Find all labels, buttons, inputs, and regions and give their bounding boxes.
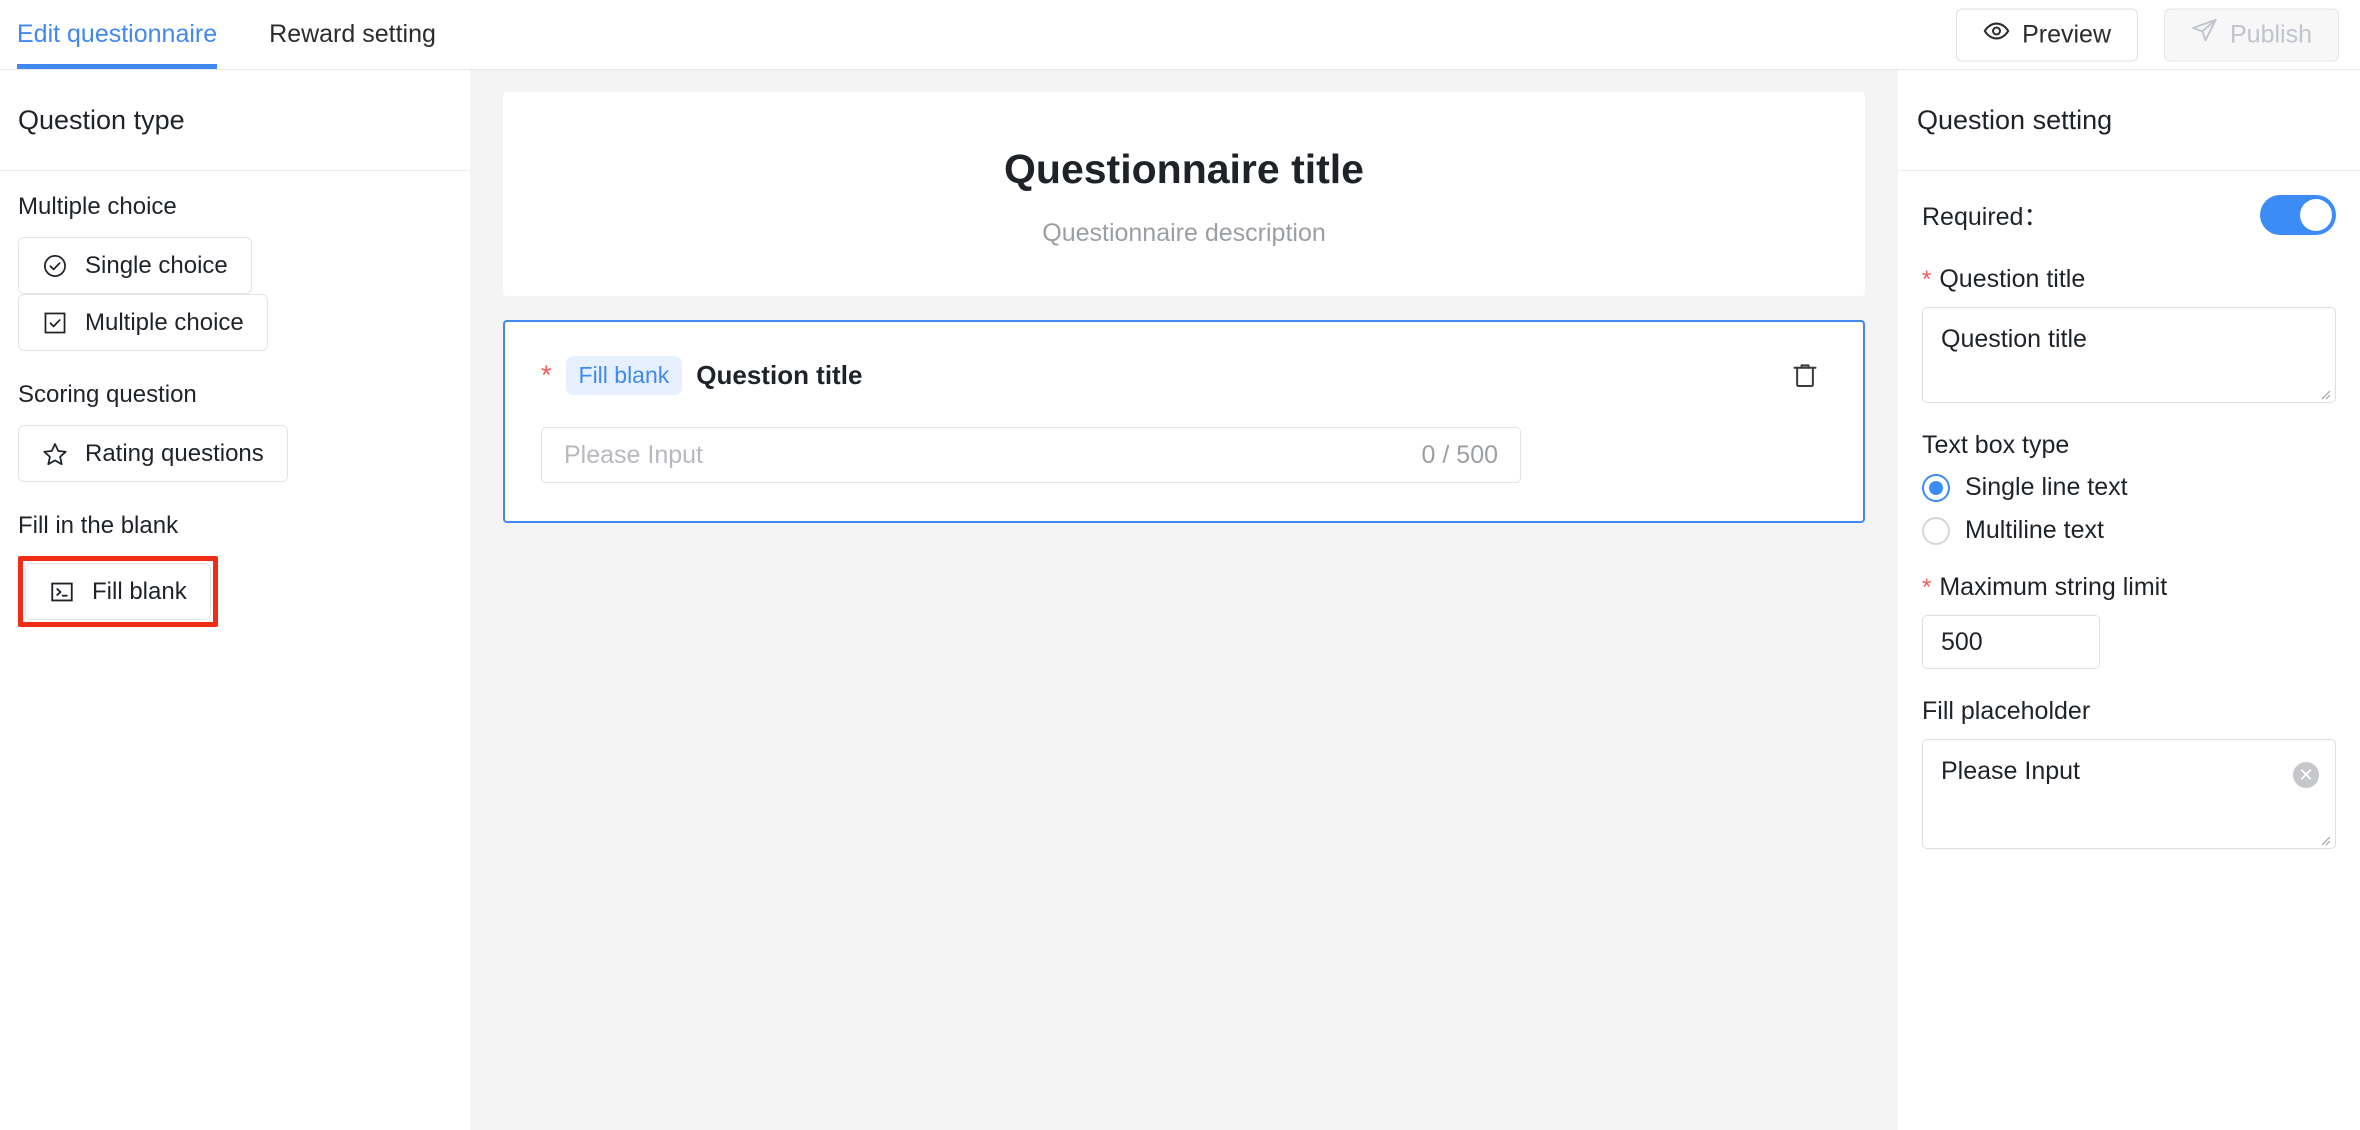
square-check-icon — [42, 310, 68, 336]
questionnaire-title[interactable]: Questionnaire title — [503, 146, 1865, 193]
send-icon — [2191, 18, 2218, 52]
fill-placeholder-label: Fill placeholder — [1922, 697, 2336, 726]
publish-button[interactable]: Publish — [2164, 8, 2339, 61]
question-card-title: Question title — [696, 360, 863, 390]
group-label: Fill in the blank — [18, 512, 179, 539]
tab-label: Edit questionnaire — [17, 20, 218, 48]
sidebar-body: Multiple choice Single choice Multiple c… — [0, 171, 470, 627]
trash-icon — [1790, 360, 1820, 393]
question-type-rating-questions[interactable]: Rating questions — [18, 425, 288, 482]
questionnaire-header-card[interactable]: Questionnaire title Questionnaire descri… — [503, 92, 1865, 296]
textbox-type-field: Text box type Single line text Multiline… — [1922, 431, 2336, 545]
publish-label: Publish — [2230, 20, 2312, 48]
question-setting-body: Required： * Question title Question titl… — [1898, 171, 2360, 877]
eye-icon — [1983, 18, 2010, 52]
radio-label: Multiline text — [1965, 516, 2104, 544]
radio-single-line-text[interactable]: Single line text — [1922, 473, 2336, 502]
question-setting-panel: Question setting Required： * Question ti… — [1898, 70, 2360, 1130]
required-label: Required： — [1922, 203, 2049, 231]
question-card[interactable]: * Fill blank Question title Please Input… — [503, 320, 1865, 523]
circle-close-icon[interactable]: ✕ — [2293, 762, 2319, 788]
fill-placeholder-textarea[interactable]: Please Input ✕ — [1922, 739, 2336, 849]
required-setting-row: Required： — [1922, 195, 2336, 235]
fill-placeholder-value: Please Input — [1941, 757, 2080, 785]
group-label: Scoring question — [18, 381, 197, 408]
field-label-text: Maximum string limit — [1939, 573, 2168, 601]
fill-blank-highlight-box: Fill blank — [18, 556, 218, 627]
terminal-icon — [49, 579, 75, 605]
page-body: Question type Multiple choice Single cho… — [0, 70, 2360, 1130]
circle-check-icon — [42, 253, 68, 279]
question-type-sidebar: Question type Multiple choice Single cho… — [0, 70, 470, 1130]
question-type-single-choice[interactable]: Single choice — [18, 237, 252, 294]
char-counter: 0 / 500 — [1421, 440, 1498, 469]
question-type-label: Fill blank — [92, 577, 187, 605]
radio-multiline-text[interactable]: Multiline text — [1922, 516, 2336, 545]
question-type-label: Rating questions — [85, 439, 264, 467]
field-label-text: Question title — [1939, 265, 2086, 293]
delete-question-button[interactable] — [1787, 358, 1823, 394]
sidebar-group-scoring-question: Scoring question Rating questions — [18, 381, 452, 482]
questionnaire-canvas: Questionnaire title Questionnaire descri… — [470, 70, 1898, 1130]
field-label-text: Text box type — [1922, 431, 2070, 459]
sidebar-group-multiple-choice: Multiple choice Single choice Multiple c… — [18, 193, 452, 351]
sidebar-group-fill-in-the-blank: Fill in the blank Fill blank — [18, 512, 452, 627]
topbar-actions: Preview Publish — [1956, 8, 2339, 61]
sidebar-title: Question type — [0, 70, 470, 171]
question-answer-input[interactable]: Please Input 0 / 500 — [541, 427, 1521, 483]
max-string-limit-value: 500 — [1941, 627, 1983, 656]
tab-reward-setting[interactable]: Reward setting — [269, 0, 436, 69]
tab-label: Reward setting — [269, 20, 436, 48]
question-card-header: * Fill blank Question title — [541, 356, 1827, 395]
question-type-fill-blank[interactable]: Fill blank — [25, 563, 211, 620]
top-bar: Edit questionnaire Reward setting Previe… — [0, 0, 2360, 70]
fill-placeholder-field: Fill placeholder Please Input ✕ — [1922, 697, 2336, 849]
question-answer-placeholder: Please Input — [564, 440, 703, 469]
field-label-text: Fill placeholder — [1922, 697, 2091, 725]
question-title-textarea[interactable]: Question title — [1922, 307, 2336, 403]
question-setting-title: Question setting — [1898, 70, 2360, 171]
required-asterisk: * — [541, 360, 552, 390]
question-title-value: Question title — [1941, 325, 2087, 353]
radio-icon — [1922, 473, 1950, 502]
preview-button[interactable]: Preview — [1956, 8, 2138, 61]
star-icon — [42, 441, 68, 467]
group-label: Multiple choice — [18, 193, 177, 220]
radio-icon — [1922, 516, 1950, 545]
toggle-knob — [2300, 199, 2332, 231]
question-type-multiple-choice[interactable]: Multiple choice — [18, 294, 268, 351]
tab-bar: Edit questionnaire Reward setting — [0, 0, 488, 69]
question-type-badge: Fill blank — [565, 356, 683, 395]
question-type-label: Multiple choice — [85, 308, 244, 336]
textbox-type-label: Text box type — [1922, 431, 2336, 460]
max-string-limit-label: * Maximum string limit — [1922, 573, 2336, 602]
resize-handle-icon[interactable] — [2315, 830, 2331, 846]
question-type-label: Single choice — [85, 251, 228, 279]
question-title-field: * Question title Question title — [1922, 265, 2336, 403]
required-asterisk: * — [1922, 266, 1932, 293]
question-title-label: * Question title — [1922, 265, 2336, 294]
required-asterisk: * — [1922, 574, 1932, 601]
required-toggle[interactable] — [2260, 195, 2336, 235]
tab-edit-questionnaire[interactable]: Edit questionnaire — [17, 0, 218, 69]
max-string-limit-input[interactable]: 500 — [1922, 615, 2100, 669]
questionnaire-description[interactable]: Questionnaire description — [503, 219, 1865, 248]
resize-handle-icon[interactable] — [2315, 384, 2331, 400]
preview-label: Preview — [2022, 20, 2111, 48]
radio-label: Single line text — [1965, 473, 2128, 501]
max-string-limit-field: * Maximum string limit 500 — [1922, 573, 2336, 669]
